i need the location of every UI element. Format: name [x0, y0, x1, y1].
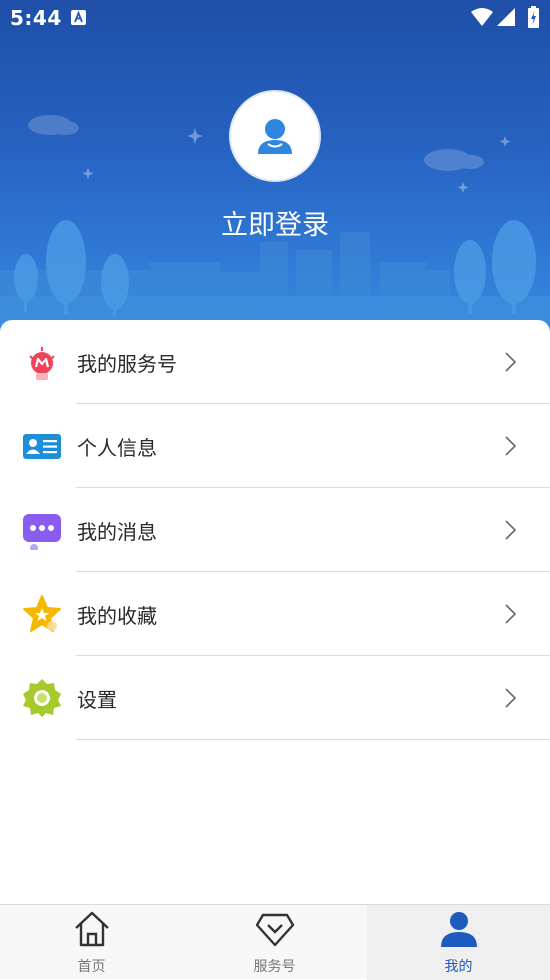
nav-label: 我的	[444, 959, 473, 975]
user-avatar-icon	[258, 119, 292, 154]
menu-label: 个人信息	[77, 436, 157, 460]
chevron-right-icon	[505, 520, 517, 540]
message-bubble-icon	[23, 514, 61, 550]
person-icon	[440, 912, 477, 947]
nav-tab-service-accounts[interactable]: 服务号	[183, 905, 366, 980]
service-bulb-icon	[29, 347, 55, 380]
chevron-right-icon	[505, 688, 517, 708]
wifi-icon	[471, 8, 493, 26]
battery-charging-icon	[528, 6, 539, 28]
menu-item-personal-info[interactable]: 个人信息	[0, 404, 550, 488]
gear-icon	[23, 679, 61, 717]
nav-label: 首页	[77, 959, 106, 975]
signal-icon	[497, 8, 515, 26]
service-diamond-icon	[255, 913, 294, 947]
divider	[76, 739, 550, 740]
menu-label: 设置	[77, 688, 117, 712]
id-card-icon	[23, 434, 61, 459]
status-bar: 5:44	[0, 0, 550, 38]
chevron-right-icon	[505, 436, 517, 456]
nav-tab-home[interactable]: 首页	[0, 905, 183, 980]
status-time: 5:44	[10, 6, 62, 30]
notification-a-icon	[71, 10, 86, 25]
star-icon	[23, 595, 61, 632]
user-avatar[interactable]	[229, 90, 321, 182]
menu-item-messages[interactable]: 我的消息	[0, 488, 550, 572]
bottom-navigation: 首页 服务号 我的	[0, 904, 550, 980]
menu-label: 我的收藏	[77, 604, 157, 628]
home-icon	[74, 911, 109, 947]
nav-tab-mine[interactable]: 我的	[367, 905, 550, 980]
menu-label: 我的服务号	[77, 352, 177, 376]
chevron-right-icon	[505, 352, 517, 372]
menu-item-settings[interactable]: 设置	[0, 656, 550, 740]
login-button[interactable]: 立即登录	[0, 203, 550, 242]
menu-card: 我的服务号 个人信息 我的消息 我的收藏 设置	[0, 320, 550, 904]
nav-label: 服务号	[253, 959, 296, 975]
chevron-right-icon	[505, 604, 517, 624]
menu-item-favorites[interactable]: 我的收藏	[0, 572, 550, 656]
menu-label: 我的消息	[77, 520, 157, 544]
menu-item-service-accounts[interactable]: 我的服务号	[0, 320, 550, 404]
